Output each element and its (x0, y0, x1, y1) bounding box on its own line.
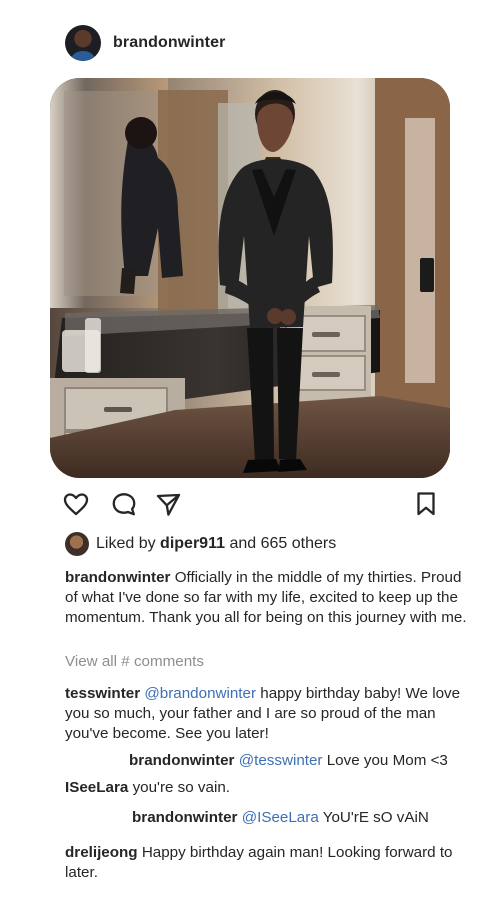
post-photo[interactable] (50, 78, 450, 478)
heart-outline-icon[interactable] (62, 490, 90, 518)
comment-text: YoU'rE sO vAiN (322, 809, 429, 826)
comment-mention[interactable]: @brandonwinter (144, 685, 256, 702)
liker-avatar[interactable] (65, 532, 89, 556)
post-actions (62, 490, 442, 518)
liked-by-prefix: Liked by (96, 535, 156, 552)
comment-author[interactable]: ISeeLara (65, 779, 128, 796)
comment: ISeeLara you're so vain. (65, 778, 475, 798)
liked-by-user[interactable]: diper911 (160, 535, 225, 553)
comment: drelijeong Happy birthday again man! Loo… (65, 843, 475, 883)
view-all-comments-link[interactable]: View all # comments (65, 653, 204, 670)
bookmark-outline-icon[interactable] (412, 490, 440, 518)
comment-mention[interactable]: @ISeeLara (242, 809, 319, 826)
author-avatar[interactable] (65, 25, 101, 61)
comment-text: you're so vain. (132, 779, 231, 796)
comment-author[interactable]: brandonwinter (129, 752, 234, 769)
comment-author[interactable]: drelijeong (65, 844, 138, 861)
comment-text: Love you Mom <3 (326, 752, 448, 769)
comment-reply: brandonwinter @ISeeLara YoU'rE sO vAiN (132, 808, 477, 828)
post-header: brandonwinter (65, 25, 225, 61)
comment: tesswinter @brandonwinter happy birthday… (65, 684, 475, 744)
post-likes[interactable]: Liked by diper911 and 665 others (65, 531, 336, 557)
comment-author[interactable]: tesswinter (65, 685, 140, 702)
comment-bubble-icon[interactable] (110, 490, 138, 518)
caption-author[interactable]: brandonwinter (65, 569, 170, 586)
post-author-username[interactable]: brandonwinter (113, 34, 225, 52)
paper-plane-icon[interactable] (154, 490, 182, 518)
comment-reply: brandonwinter @tesswinter Love you Mom <… (129, 751, 479, 771)
liked-by-suffix[interactable]: and 665 others (229, 535, 336, 553)
comment-mention[interactable]: @tesswinter (239, 752, 323, 769)
comment-author[interactable]: brandonwinter (132, 809, 237, 826)
post-caption: brandonwinter Officially in the middle o… (65, 568, 470, 628)
